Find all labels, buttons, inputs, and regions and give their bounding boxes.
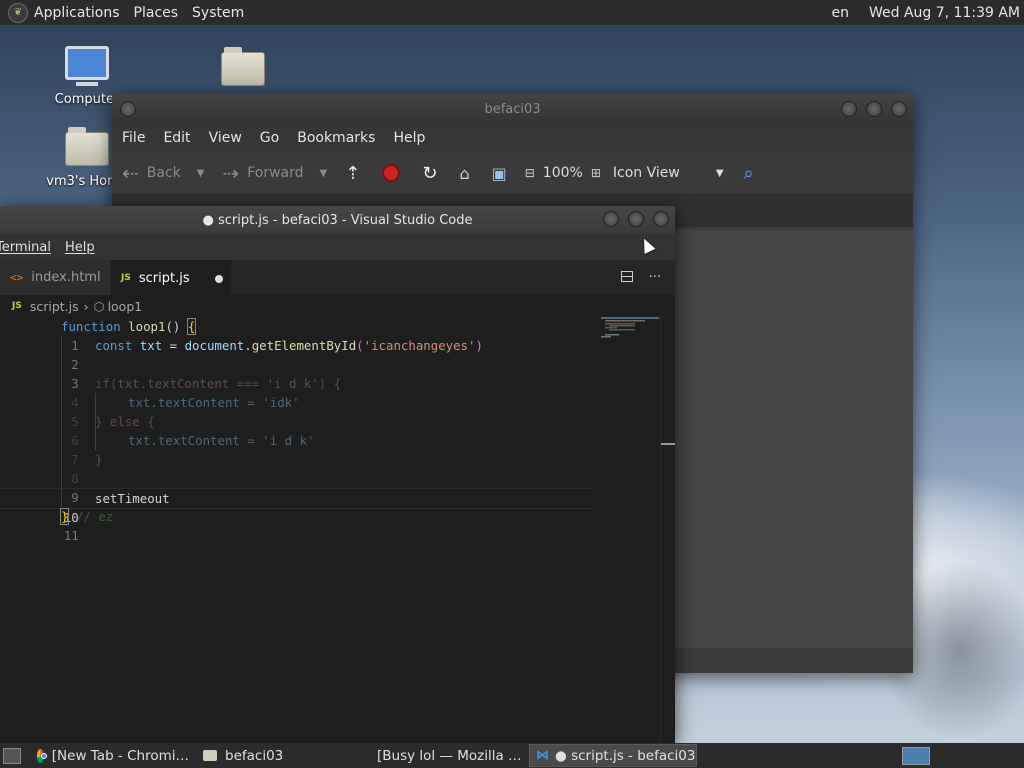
clock[interactable]: Wed Aug 7, 11:39 AM [869,5,1020,21]
show-desktop-icon[interactable] [3,747,21,764]
split-editor-icon[interactable] [620,271,633,282]
folder-icon [221,47,265,86]
menu-view[interactable]: View [209,130,242,146]
menu-file[interactable]: File [122,130,145,146]
code-line: 8 } [71,452,103,486]
html-file-icon: <> [10,271,24,284]
status-bar [674,648,913,673]
window-menu-button[interactable] [120,101,136,117]
js-file-icon: JS [12,301,22,311]
vscode-icon: ⋈ [536,748,549,763]
desktop-icon-folder[interactable] [198,47,288,86]
tab-script-js[interactable]: JS script.js [111,260,232,295]
maximize-button[interactable] [866,101,882,117]
reload-icon[interactable]: ↻ [422,163,437,184]
chrome-icon [37,748,47,763]
code-line: 2 const txt = document.getElementById('i… [71,338,483,372]
back-history-icon[interactable]: ▼ [197,168,205,179]
zoom-out-icon[interactable]: ⊟ [525,166,535,180]
code-line: 4 if(txt.textContent === 'i d k') { [71,376,342,410]
zoom-in-icon[interactable]: ⊞ [591,166,601,180]
top-panel: ❦ Applications Places System en Wed Aug … [0,0,1024,25]
code-editor[interactable]: 1 function loop1() { 2 const txt = docum… [0,317,675,743]
chevron-right-icon: › [83,298,89,314]
code-line: 5 txt.textContent = 'idk' [71,395,300,429]
code-line: 6 } else { [71,414,155,448]
keyboard-layout-indicator[interactable]: en [831,5,849,21]
code-line: 11 } // ez [59,508,114,543]
menu-edit[interactable]: Edit [163,130,190,146]
close-button[interactable] [653,211,669,227]
computer-small-icon[interactable]: ▣ [492,164,507,183]
breadcrumb-symbol[interactable]: loop1 [108,299,143,314]
function-symbol-icon: ⬡ [93,298,105,314]
code-line: 9 [71,490,79,505]
menu-help[interactable]: Help [65,240,95,255]
home-folder-icon [65,127,109,166]
view-mode-select[interactable]: Icon View ▼ [613,165,724,181]
vscode-titlebar[interactable]: ● script.js - befaci03 - Visual Studio C… [0,206,675,234]
menu-go[interactable]: Go [260,130,279,146]
minimap[interactable] [601,317,661,347]
breadcrumb-file[interactable]: script.js [30,299,79,314]
editor-tabs: <> index.html JS script.js ··· [0,260,675,295]
up-arrow-icon[interactable]: ⇡ [345,163,360,184]
code-line-current: 10 setTimeout [0,488,592,525]
chevron-down-icon: ▼ [715,167,724,179]
forward-history-icon[interactable]: ▼ [320,168,328,179]
js-file-icon: JS [121,273,131,283]
window-title: ● script.js - befaci03 - Visual Studio C… [202,212,473,228]
applications-menu[interactable]: Applications [34,5,120,21]
workspace-switcher[interactable] [902,746,930,765]
file-manager-titlebar[interactable]: befaci03 [112,94,913,124]
code-line: 7 txt.textContent = 'i d k' [71,433,315,467]
zoom-level[interactable]: 100% [543,165,583,181]
file-view-area[interactable] [674,230,913,648]
menu-help[interactable]: Help [393,130,425,146]
breadcrumb: JS script.js › ⬡ loop1 [0,295,675,317]
code-line: 1 function loop1() { [61,318,197,353]
code-line: 3 [71,376,79,391]
more-actions-icon[interactable]: ··· [649,270,661,285]
file-manager-toolbar: ⇠ Back ▼ ⇢ Forward ▼ ⇡ ↻ ⌂ ▣ ⊟ 100% ⊞ Ic… [112,152,913,194]
home-icon[interactable]: ⌂ [459,164,469,183]
computer-icon [65,46,109,86]
gnome-foot-icon[interactable]: ❦ [8,2,28,23]
system-menu[interactable]: System [192,5,244,21]
minimize-button[interactable] [603,211,619,227]
window-title: befaci03 [484,101,541,117]
minimize-button[interactable] [841,101,857,117]
stop-button[interactable] [382,164,401,182]
back-button[interactable]: ⇠ Back ▼ [122,161,204,185]
menu-bookmarks[interactable]: Bookmarks [297,130,375,146]
back-arrow-icon: ⇠ [122,161,139,185]
editor-scrollbar[interactable] [660,317,675,743]
forward-button[interactable]: ⇢ Forward ▼ [222,161,327,185]
scrollbar-cursor-marker [661,443,675,445]
menu-terminal[interactable]: Terminal [0,240,51,255]
forward-arrow-icon: ⇢ [222,161,240,185]
tab-index-html[interactable]: <> index.html [0,260,111,295]
bottom-taskbar: [New Tab - Chromi… befaci03 [Busy lol — … [0,743,1024,768]
taskbar-item-firefox[interactable]: [Busy lol — Mozilla … [363,744,527,767]
taskbar-item-file-manager[interactable]: befaci03 [197,744,361,767]
search-icon[interactable]: ⌕ [744,163,754,184]
vscode-window: ● script.js - befaci03 - Visual Studio C… [0,206,675,743]
places-menu[interactable]: Places [134,5,179,21]
stop-icon [382,164,401,182]
maximize-button[interactable] [628,211,644,227]
file-manager-menubar: File Edit View Go Bookmarks Help [112,124,913,152]
taskbar-item-chromium[interactable]: [New Tab - Chromi… [31,744,195,767]
vscode-menubar: Terminal Help [0,234,675,260]
folder-icon [203,750,217,761]
close-button[interactable] [891,101,907,117]
unsaved-dot-icon[interactable] [215,275,223,283]
taskbar-item-vscode[interactable]: ⋈ ● script.js - befaci03… [529,744,697,767]
